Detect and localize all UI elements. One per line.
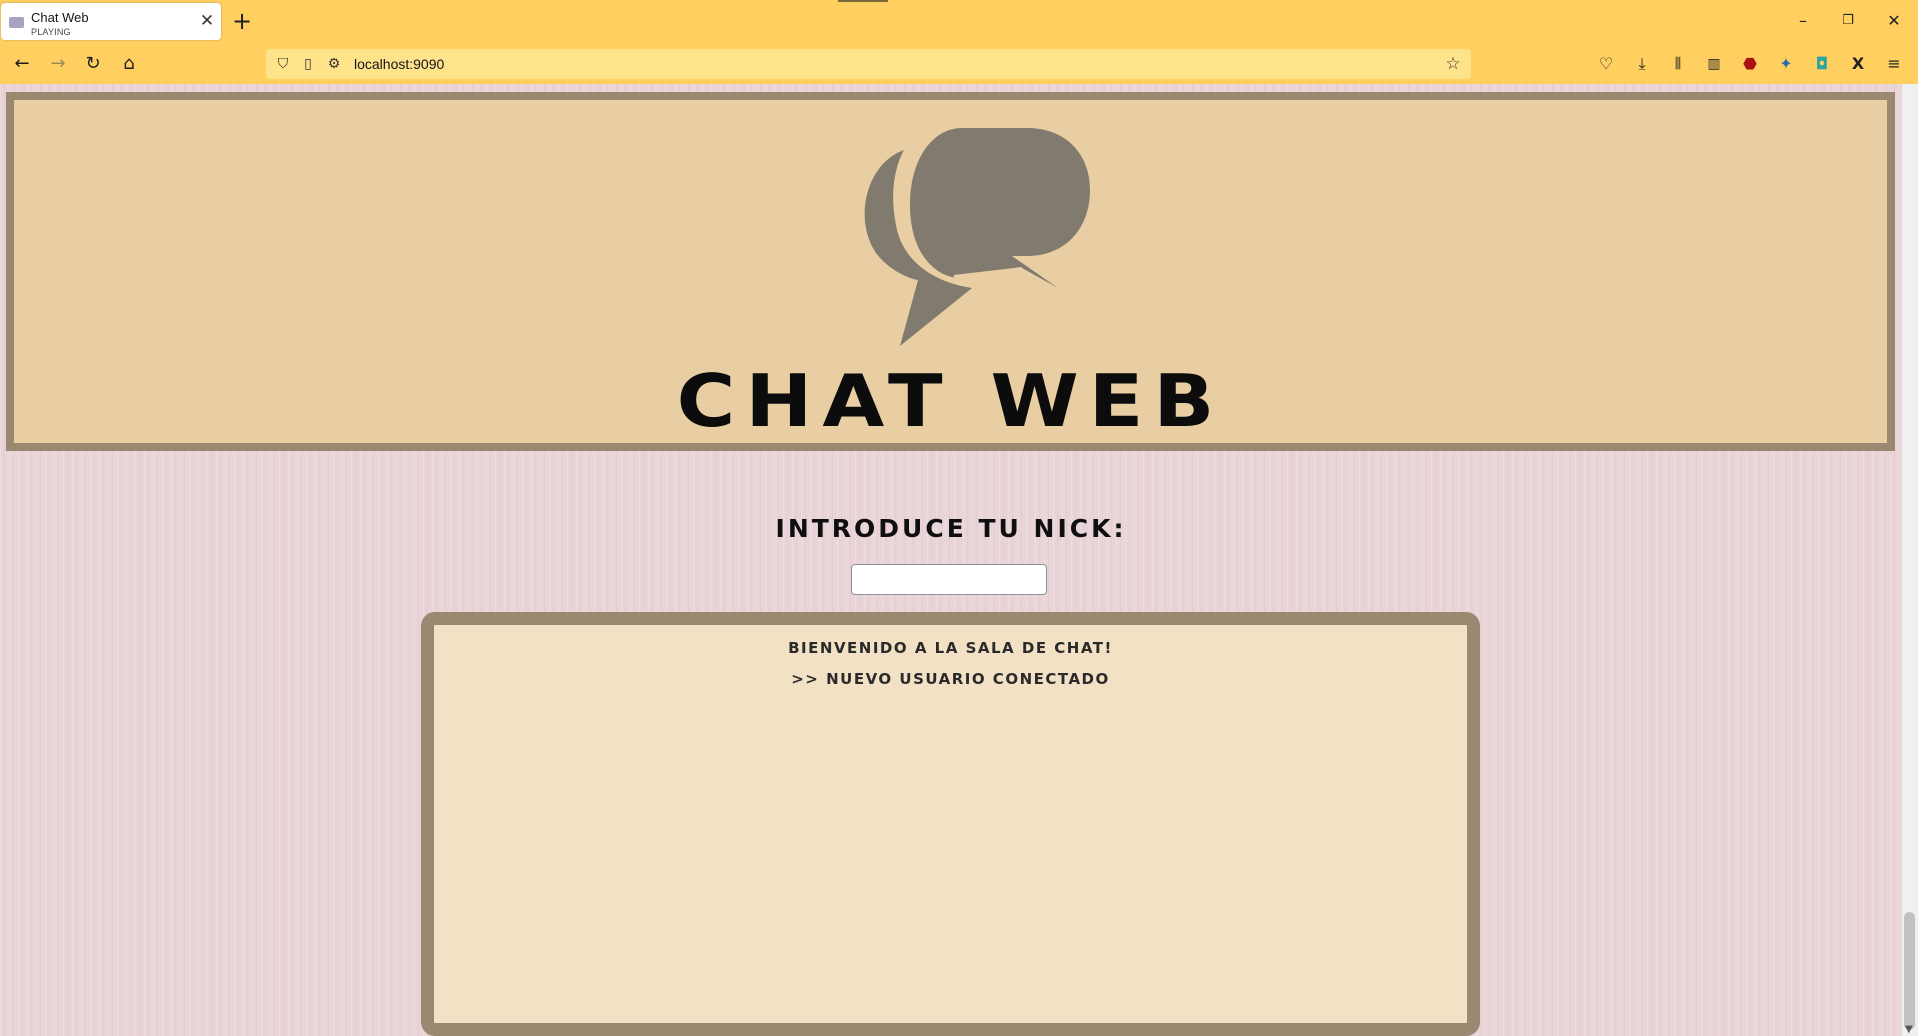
extension-teal-icon[interactable]: ◘ [1812, 53, 1832, 75]
site-title: CHAT WEB [676, 359, 1225, 444]
plus-icon[interactable]: + [232, 9, 252, 33]
page-icon[interactable]: ▯ [299, 55, 317, 73]
back-arrow-icon[interactable]: ← [10, 52, 34, 76]
navigation-toolbar: ← → ↻ ⌂ ⛉ ▯ ⚙ localhost:9090 ☆ [0, 44, 1918, 84]
tab-strip-indicator [838, 0, 888, 2]
sidebar-icon[interactable]: ▥ [1704, 53, 1724, 75]
chat-favicon-icon [9, 17, 24, 28]
vertical-scrollbar[interactable] [1902, 84, 1918, 1036]
restore-icon[interactable]: ❐ [1838, 11, 1858, 31]
nick-label: INTRODUCE TU NICK: [775, 514, 1127, 543]
address-bar[interactable]: ⛉ ▯ ⚙ localhost:9090 ☆ [266, 49, 1471, 79]
tab-bar: Chat Web PLAYING ✕ + – ❐ ✕ [0, 0, 1918, 44]
page-viewport: CHAT WEB INTRODUCE TU NICK: BIENVENIDO A… [0, 84, 1902, 1036]
tab-title: Chat Web [31, 10, 89, 25]
chat-bubbles-logo-icon [864, 128, 1090, 346]
shield-icon[interactable]: ⛉ [274, 55, 292, 73]
reload-icon[interactable]: ↻ [81, 52, 105, 76]
pocket-icon[interactable]: ♡ [1596, 53, 1616, 75]
menu-icon[interactable]: ≡ [1884, 53, 1904, 75]
ublock-icon[interactable]: ⬣ [1740, 53, 1760, 75]
download-icon[interactable]: ⤓ [1632, 53, 1652, 75]
nick-input[interactable] [851, 564, 1047, 595]
x-icon[interactable]: X [1848, 53, 1868, 75]
chat-message: >> NUEVO USUARIO CONECTADO [791, 670, 1110, 688]
browser-tab-chat-web[interactable]: Chat Web PLAYING ✕ [1, 3, 221, 40]
extension-blue-icon[interactable]: ✦ [1776, 53, 1796, 75]
library-icon[interactable]: ⫼ [1668, 53, 1688, 75]
scrollbar-thumb[interactable] [1904, 912, 1915, 1030]
minimize-icon[interactable]: – [1793, 11, 1813, 31]
window-close-icon[interactable]: ✕ [1884, 11, 1904, 31]
permissions-icon[interactable]: ⚙ [325, 55, 343, 73]
scroll-down-arrow-icon[interactable]: ▼ [1905, 1024, 1913, 1035]
chat-messages-panel[interactable]: BIENVENIDO A LA SALA DE CHAT! >> NUEVO U… [421, 612, 1480, 1036]
close-icon[interactable]: ✕ [199, 12, 215, 30]
url-text[interactable]: localhost:9090 [354, 56, 444, 72]
chat-message: BIENVENIDO A LA SALA DE CHAT! [788, 639, 1113, 657]
forward-arrow-icon[interactable]: → [46, 52, 70, 76]
tab-audio-status: PLAYING [31, 27, 71, 37]
bookmark-star-icon[interactable]: ☆ [1444, 55, 1462, 73]
home-icon[interactable]: ⌂ [117, 52, 141, 76]
site-header: CHAT WEB [6, 92, 1895, 451]
